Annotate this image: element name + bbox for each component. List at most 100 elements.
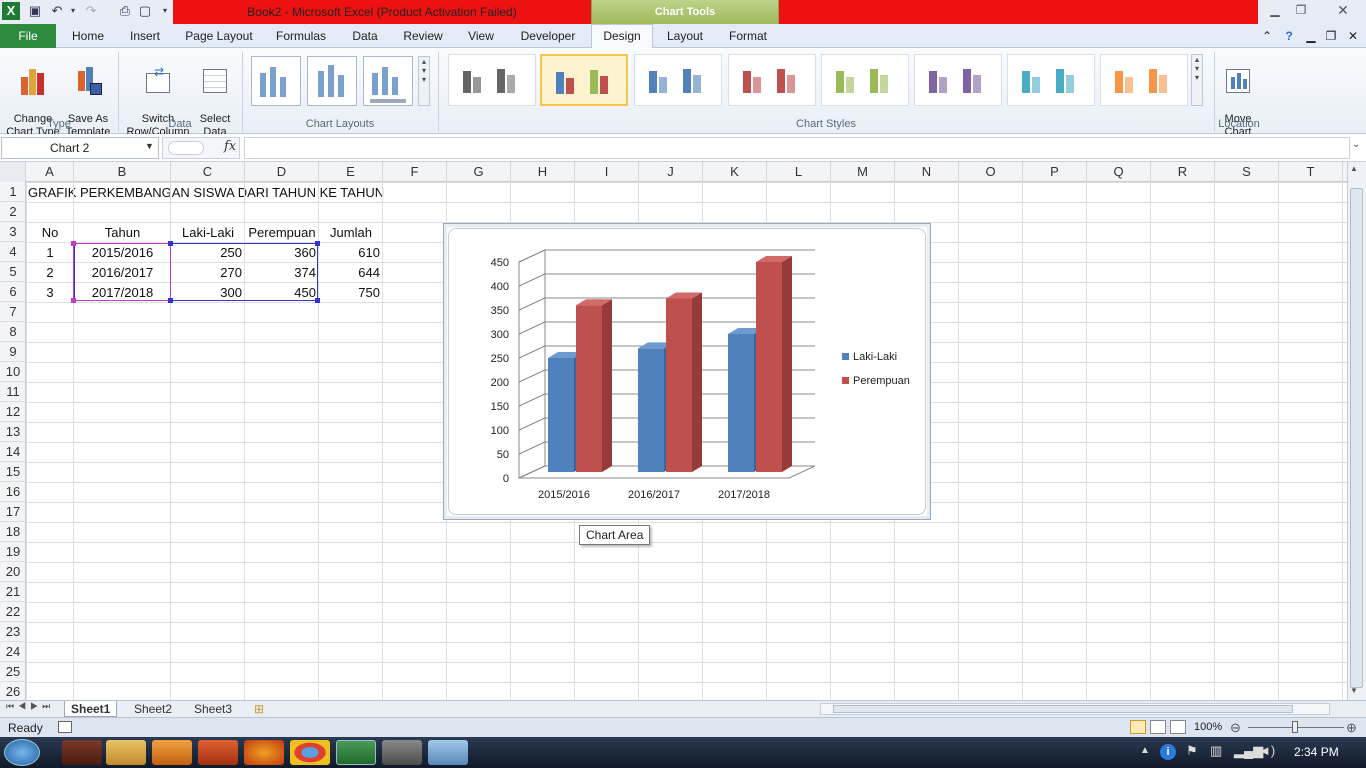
vertical-scroll-thumb[interactable] — [1350, 188, 1363, 688]
tab-review[interactable]: Review — [398, 24, 448, 48]
range-handle[interactable] — [168, 298, 173, 303]
zoom-in-icon[interactable]: ⊕ — [1346, 720, 1357, 736]
tab-format[interactable]: Format — [722, 24, 774, 48]
formula-input[interactable] — [244, 137, 1350, 159]
row-header-3[interactable]: 3 — [0, 222, 26, 242]
tab-home[interactable]: Home — [66, 24, 110, 48]
macro-record-icon[interactable] — [58, 721, 72, 733]
zoom-level[interactable]: 100% — [1194, 721, 1222, 733]
column-header-R[interactable]: R — [1151, 162, 1215, 182]
column-header-P[interactable]: P — [1023, 162, 1087, 182]
horizontal-scroll-thumb[interactable] — [833, 705, 1293, 713]
notepad-icon[interactable] — [428, 740, 468, 765]
column-header-G[interactable]: G — [447, 162, 511, 182]
row-header-7[interactable]: 7 — [0, 302, 26, 322]
print-preview-icon[interactable]: ⎙ — [116, 2, 134, 20]
undo-dropdown-icon[interactable]: ▾ — [64, 2, 82, 20]
row-header-4[interactable]: 4 — [0, 242, 26, 262]
chart-object[interactable]: 0 50 100 150 200 250 300 350 400 450 2015/2016 2016… — [443, 223, 931, 520]
column-header-I[interactable]: I — [575, 162, 639, 182]
row-header-26[interactable]: 26 — [0, 682, 26, 702]
table-cell[interactable]: 1 — [26, 243, 74, 263]
tab-layout[interactable]: Layout — [663, 24, 707, 48]
table-cell[interactable]: 3 — [26, 283, 74, 303]
scroll-down-arrow-icon[interactable]: ▼ — [1350, 686, 1358, 695]
chart-style-blue-thumbnail[interactable] — [634, 54, 722, 106]
start-button-icon[interactable] — [4, 739, 40, 766]
header-cell-perempuan[interactable]: Perempuan — [245, 223, 319, 243]
chart-style-red-thumbnail[interactable] — [728, 54, 816, 106]
row-header-1[interactable]: 1 — [0, 182, 26, 202]
row-header-20[interactable]: 20 — [0, 562, 26, 582]
range-handle[interactable] — [71, 241, 76, 246]
sheet-title-cell[interactable]: GRAFIK PERKEMBANGAN SISWA DARI TAHUN KE … — [28, 183, 384, 203]
redo-icon[interactable]: ↷ — [82, 2, 100, 20]
chart-style-colorful-thumbnail-selected[interactable] — [540, 54, 628, 106]
column-header-M[interactable]: M — [831, 162, 895, 182]
workbook-restore-icon[interactable]: ❐ — [1324, 24, 1338, 48]
action-center-icon[interactable]: ⚑ — [1186, 743, 1198, 759]
tab-view[interactable]: View — [462, 24, 500, 48]
taskbar-app-icon[interactable] — [198, 740, 238, 765]
column-header-Q[interactable]: Q — [1087, 162, 1151, 182]
row-header-18[interactable]: 18 — [0, 522, 26, 542]
row-header-22[interactable]: 22 — [0, 602, 26, 622]
table-cell[interactable]: 644 — [319, 263, 383, 283]
row-header-14[interactable]: 14 — [0, 442, 26, 462]
chart-layout-3-thumbnail[interactable] — [363, 56, 413, 106]
tab-insert[interactable]: Insert — [124, 24, 166, 48]
tab-formulas[interactable]: Formulas — [272, 24, 330, 48]
range-handle[interactable] — [315, 298, 320, 303]
range-handle[interactable] — [315, 241, 320, 246]
page-break-view-icon[interactable] — [1170, 720, 1186, 734]
new-file-icon[interactable]: ▢ — [136, 2, 154, 20]
chart-style-aqua-thumbnail[interactable] — [1007, 54, 1095, 106]
excel-taskbar-icon[interactable] — [336, 740, 376, 765]
column-header-N[interactable]: N — [895, 162, 959, 182]
save-icon[interactable]: ▣ — [26, 2, 44, 20]
table-cell[interactable]: 750 — [319, 283, 383, 303]
header-cell-laki[interactable]: Laki-Laki — [171, 223, 245, 243]
range-handle[interactable] — [71, 298, 76, 303]
close-icon[interactable]: ✕ — [1332, 2, 1354, 18]
sheet-nav-arrows-icon[interactable]: ⏮◀▶⏭ — [6, 701, 54, 712]
tab-design[interactable]: Design — [591, 24, 653, 49]
row-header-12[interactable]: 12 — [0, 402, 26, 422]
page-layout-view-icon[interactable] — [1150, 720, 1166, 734]
header-cell-tahun[interactable]: Tahun — [74, 223, 171, 243]
select-all-corner[interactable] — [0, 162, 26, 182]
row-header-10[interactable]: 10 — [0, 362, 26, 382]
chart-layout-1-thumbnail[interactable] — [251, 56, 301, 106]
column-header-B[interactable]: B — [74, 162, 171, 182]
header-cell-jumlah[interactable]: Jumlah — [319, 223, 383, 243]
column-header-D[interactable]: D — [245, 162, 319, 182]
scroll-up-arrow-icon[interactable]: ▲ — [1350, 164, 1358, 173]
help-icon[interactable]: ? — [1280, 24, 1298, 48]
column-header-O[interactable]: O — [959, 162, 1023, 182]
taskbar-app-icon[interactable] — [382, 740, 422, 765]
row-header-15[interactable]: 15 — [0, 462, 26, 482]
layouts-gallery-scroll[interactable]: ▴ ▾ ▾ — [418, 56, 430, 106]
normal-view-icon[interactable] — [1130, 720, 1146, 734]
column-header-K[interactable]: K — [703, 162, 767, 182]
column-header-L[interactable]: L — [767, 162, 831, 182]
clock[interactable]: 2:34 PM — [1294, 745, 1339, 759]
column-header-F[interactable]: F — [383, 162, 447, 182]
styles-gallery-scroll[interactable]: ▴ ▾ ▾ — [1191, 54, 1203, 106]
firefox-icon[interactable] — [244, 740, 284, 765]
row-header-19[interactable]: 19 — [0, 542, 26, 562]
media-player-icon[interactable] — [152, 740, 192, 765]
column-header-T[interactable]: T — [1279, 162, 1343, 182]
insert-function-icon[interactable]: fx — [224, 139, 236, 154]
info-icon[interactable]: i — [1160, 744, 1176, 760]
table-cell[interactable]: 2 — [26, 263, 74, 283]
restore-icon[interactable]: ❐ — [1290, 2, 1312, 18]
column-header-J[interactable]: J — [639, 162, 703, 182]
taskbar-app-icon[interactable] — [62, 740, 102, 765]
sheet-tab-sheet2[interactable]: Sheet2 — [128, 701, 178, 717]
row-header-16[interactable]: 16 — [0, 482, 26, 502]
sheet-tab-sheet1[interactable]: Sheet1 — [64, 701, 118, 717]
table-cell[interactable]: 610 — [319, 243, 383, 263]
name-box[interactable]: Chart 2 — [1, 137, 159, 159]
name-box-dropdown-icon[interactable]: ▼ — [145, 141, 154, 151]
